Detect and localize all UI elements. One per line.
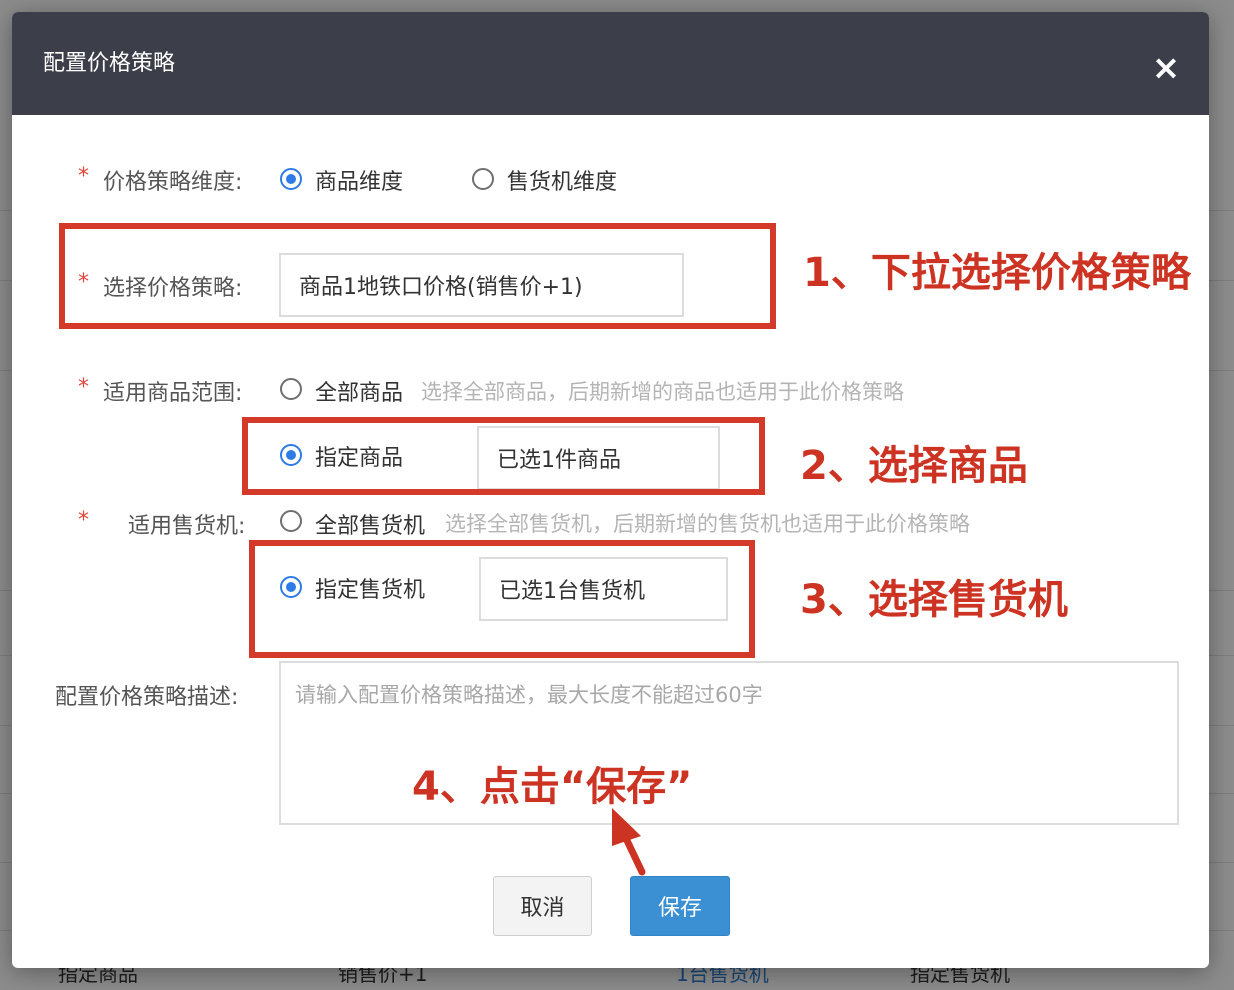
- radio-specific-machines[interactable]: [280, 576, 302, 598]
- cancel-button[interactable]: 取消: [493, 876, 592, 936]
- description-placeholder: 请输入配置价格策略描述，最大长度不能超过60字: [295, 683, 763, 707]
- all-goods-hint: 选择全部商品，后期新增的商品也适用于此价格策略: [421, 380, 904, 404]
- radio-specific-goods[interactable]: [280, 444, 302, 466]
- selected-goods-field[interactable]: 已选1件商品: [477, 426, 720, 490]
- radio-machine-dimension[interactable]: [472, 168, 494, 190]
- annotation-step4: 4、点击“保存”: [412, 764, 693, 810]
- close-icon[interactable]: ×: [1150, 51, 1182, 85]
- dialog-header: 配置价格策略 ×: [12, 12, 1209, 115]
- all-machines-hint: 选择全部售货机，后期新增的售货机也适用于此价格策略: [445, 512, 970, 536]
- goods-scope-label: 适用商品范围:: [103, 381, 243, 406]
- option-all-goods[interactable]: 全部商品: [315, 375, 403, 407]
- required-mark: *: [78, 508, 89, 533]
- strategy-label: 选择价格策略:: [103, 276, 243, 301]
- required-mark: *: [78, 375, 89, 400]
- dialog-title: 配置价格策略: [43, 51, 176, 76]
- option-specific-goods[interactable]: 指定商品: [315, 440, 403, 472]
- annotation-step1: 1、下拉选择价格策略: [803, 250, 1191, 296]
- required-mark: *: [78, 164, 89, 189]
- radio-goods-dimension[interactable]: [280, 168, 302, 190]
- required-mark: *: [78, 270, 89, 295]
- option-machine-dimension[interactable]: 售货机维度: [507, 164, 617, 196]
- price-strategy-dialog: 配置价格策略 × * 价格策略维度: 商品维度 售货机维度 * 选择价格策略: …: [12, 12, 1209, 968]
- option-goods-dimension[interactable]: 商品维度: [315, 164, 403, 196]
- radio-all-goods[interactable]: [280, 378, 302, 400]
- radio-all-machines[interactable]: [280, 510, 302, 532]
- machine-scope-label: 适用售货机:: [128, 514, 246, 539]
- dimension-label: 价格策略维度:: [103, 170, 243, 195]
- annotation-step2: 2、选择商品: [800, 443, 1028, 489]
- save-button[interactable]: 保存: [630, 876, 730, 936]
- option-all-machines[interactable]: 全部售货机: [315, 508, 425, 540]
- selected-machines-field[interactable]: 已选1台售货机: [479, 557, 728, 621]
- annotation-step3: 3、选择售货机: [800, 577, 1068, 623]
- strategy-select[interactable]: 商品1地铁口价格(销售价+1): [279, 253, 684, 317]
- description-label: 配置价格策略描述:: [55, 685, 239, 710]
- option-specific-machines[interactable]: 指定售货机: [315, 572, 425, 604]
